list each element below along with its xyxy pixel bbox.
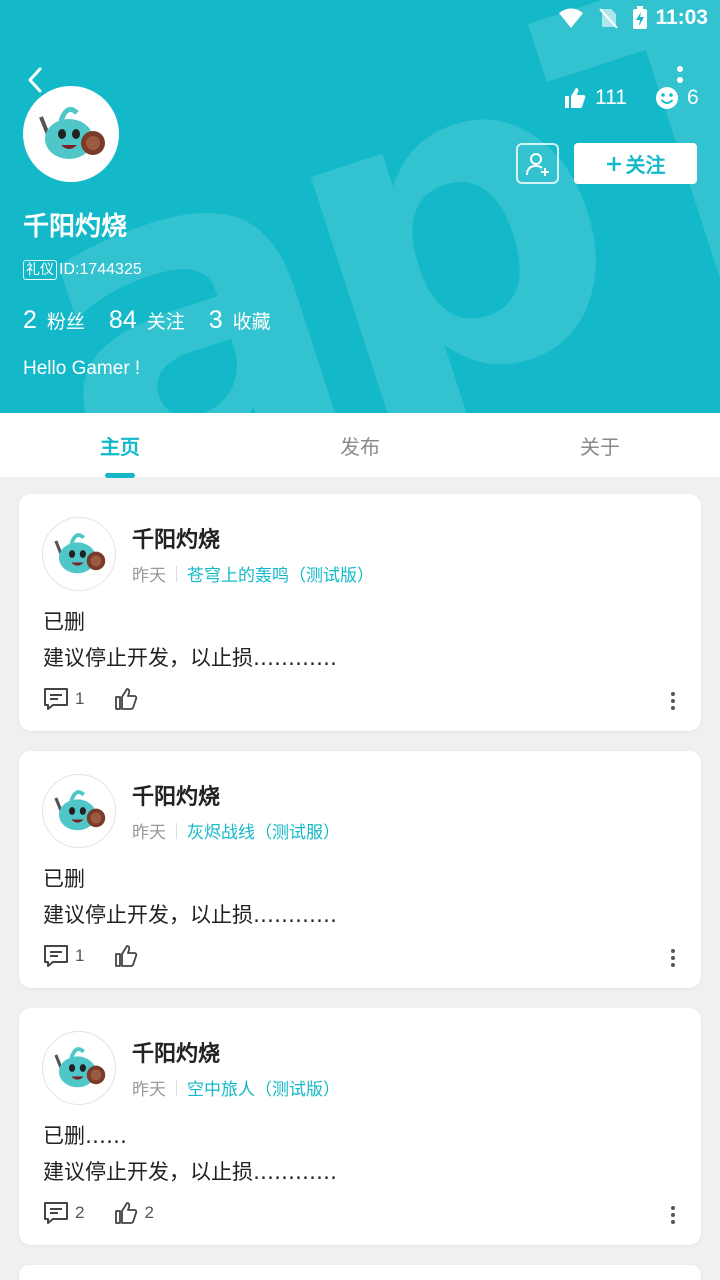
no-sim-icon	[599, 8, 618, 29]
post-meta: 昨天 灰烬战线（测试服）	[132, 818, 340, 843]
post-time: 昨天	[132, 566, 166, 586]
like-button[interactable]	[114, 687, 144, 711]
post-actions: 1	[43, 944, 174, 968]
more-vertical-icon[interactable]	[672, 66, 688, 96]
post-body[interactable]: 已删 建议停止开发，以止损…………	[43, 861, 337, 933]
post-card[interactable]: 千阳灼烧 昨天 灰烬战线（测试服） 已删 建议停止开发，以止损………… 1	[19, 751, 701, 988]
favorites-label[interactable]: 收藏	[233, 307, 271, 334]
post-avatar[interactable]	[42, 517, 116, 591]
post-avatar[interactable]	[42, 1031, 116, 1105]
post-body[interactable]: 已删 建议停止开发，以止损…………	[43, 604, 337, 676]
add-user-icon	[525, 152, 549, 176]
add-friend-button[interactable]	[516, 143, 559, 184]
post-meta: 昨天 苍穹上的轰鸣（测试版）	[132, 561, 374, 586]
plus-icon	[606, 156, 621, 171]
tab-indicator	[105, 473, 135, 478]
badge-row: 礼仪 ID:1744325	[23, 260, 142, 280]
post-line: 建议停止开发，以止损…………	[43, 646, 337, 670]
post-line: 已删……	[43, 1124, 127, 1148]
follow-label: 关注	[625, 153, 666, 177]
post-card[interactable]: 千阳灼烧 昨天 苍穹上的轰鸣（测试版） 已删 建议停止开发，以止损………… 1	[19, 494, 701, 731]
post-line: 建议停止开发，以止损…………	[43, 903, 337, 927]
post-body[interactable]: 已删…… 建议停止开发，以止损…………	[43, 1118, 337, 1190]
post-actions: 2 2	[43, 1201, 184, 1225]
follow-button[interactable]: 关注	[574, 143, 697, 184]
tab-posts[interactable]: 发布	[240, 413, 480, 477]
thumbs-up-icon	[115, 945, 138, 967]
post-time: 昨天	[132, 823, 166, 843]
like-count: 2	[144, 1203, 154, 1222]
post-card[interactable]: 千阳灼烧 昨天 空中旅人（测试版） 已删…… 建议停止开发，以止损………… 2 …	[19, 1008, 701, 1245]
post-author[interactable]: 千阳灼烧	[132, 1036, 220, 1068]
meta-divider	[176, 1079, 177, 1096]
etiquette-badge: 礼仪	[23, 260, 57, 280]
post-line: 建议停止开发，以止损…………	[43, 1160, 337, 1184]
more-vertical-icon[interactable]	[669, 1206, 677, 1224]
tab-bar: 主页 发布 关于	[0, 413, 720, 477]
comment-count: 1	[75, 689, 85, 708]
slime-avatar-image	[54, 790, 106, 831]
post-author[interactable]: 千阳灼烧	[132, 779, 220, 811]
more-vertical-icon[interactable]	[669, 949, 677, 967]
back-arrow-icon	[28, 67, 42, 93]
post-author[interactable]: 千阳灼烧	[132, 522, 220, 554]
comment-icon	[44, 1202, 68, 1224]
post-game-link[interactable]: 灰烬战线（测试服）	[187, 818, 340, 843]
meta-divider	[176, 822, 177, 839]
following-count[interactable]: 84	[109, 306, 137, 335]
status-bar: 11:03	[0, 0, 720, 40]
profile-bio: Hello Gamer !	[23, 358, 141, 379]
meta-divider	[176, 565, 177, 582]
post-actions: 1	[43, 687, 174, 711]
slime-avatar-image	[39, 106, 105, 159]
profile-header: apTap 11:03 111 6	[0, 0, 720, 413]
thumbs-up-icon	[115, 688, 138, 710]
post-game-link[interactable]: 空中旅人（测试版）	[187, 1075, 340, 1100]
likes-count: 111	[595, 86, 627, 109]
fans-count[interactable]: 2	[23, 306, 37, 335]
likes-stat: 111	[563, 86, 627, 110]
post-avatar[interactable]	[42, 774, 116, 848]
post-card-partial[interactable]	[19, 1265, 701, 1280]
user-id: ID:1744325	[59, 261, 142, 278]
thumbs-up-icon	[115, 1202, 138, 1224]
following-label[interactable]: 关注	[147, 307, 185, 334]
like-button[interactable]	[114, 944, 144, 968]
smile-count: 6	[687, 86, 699, 109]
comment-count: 1	[75, 946, 85, 965]
wifi-icon	[559, 8, 583, 28]
thumbs-up-icon	[565, 88, 586, 108]
comment-icon	[44, 945, 68, 967]
like-button[interactable]: 2	[114, 1201, 154, 1225]
post-time: 昨天	[132, 1080, 166, 1100]
comment-button[interactable]: 2	[43, 1201, 84, 1225]
tab-about[interactable]: 关于	[480, 413, 720, 477]
comment-button[interactable]: 1	[43, 687, 84, 711]
status-time: 11:03	[655, 6, 708, 29]
profile-counts: 2 粉丝 84 关注 3 收藏	[23, 306, 295, 335]
slime-avatar-image	[54, 1047, 106, 1088]
slime-avatar-image	[54, 533, 106, 574]
battery-charging-icon	[633, 6, 647, 29]
profile-name: 千阳灼烧	[23, 212, 128, 242]
post-line: 已删	[43, 867, 85, 891]
post-game-link[interactable]: 苍穹上的轰鸣（测试版）	[187, 561, 374, 586]
fans-label[interactable]: 粉丝	[47, 307, 85, 334]
post-meta: 昨天 空中旅人（测试版）	[132, 1075, 340, 1100]
comment-button[interactable]: 1	[43, 944, 84, 968]
profile-avatar[interactable]	[23, 86, 119, 182]
comment-count: 2	[75, 1203, 85, 1222]
post-line: 已删	[43, 610, 85, 634]
more-vertical-icon[interactable]	[669, 692, 677, 710]
comment-icon	[44, 688, 68, 710]
favorites-count[interactable]: 3	[209, 306, 223, 335]
tab-home[interactable]: 主页	[0, 413, 240, 477]
